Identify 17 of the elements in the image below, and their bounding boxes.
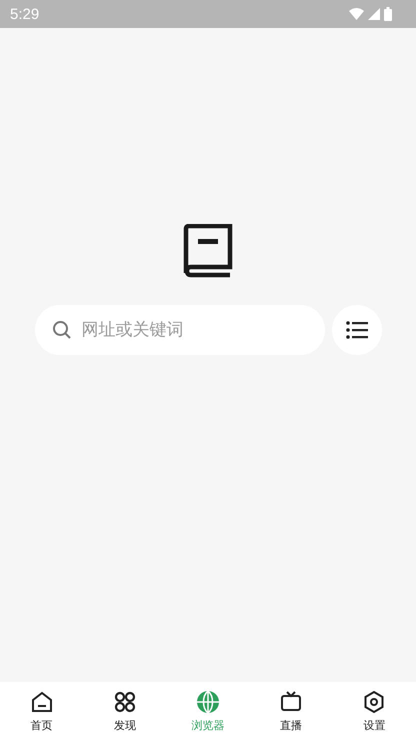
battery-icon <box>384 7 392 21</box>
globe-icon <box>196 690 220 714</box>
wifi-icon <box>349 8 364 20</box>
nav-tab[interactable]: 设置 <box>332 682 416 740</box>
list-icon <box>346 321 368 339</box>
nav-tab[interactable]: 直播 <box>250 682 333 740</box>
settings-icon <box>362 690 386 714</box>
signal-icon <box>368 8 380 20</box>
home-icon <box>30 690 54 714</box>
grid-icon <box>112 690 137 714</box>
search-icon <box>52 320 72 340</box>
status-time: 5:29 <box>10 6 40 22</box>
search-field[interactable]: 网址或关键词 <box>34 305 324 355</box>
nav-tab[interactable]: 发现 <box>83 682 166 740</box>
list-button[interactable] <box>332 305 382 355</box>
tv-icon <box>279 690 304 714</box>
nav-tab[interactable]: 首页 <box>0 682 84 740</box>
